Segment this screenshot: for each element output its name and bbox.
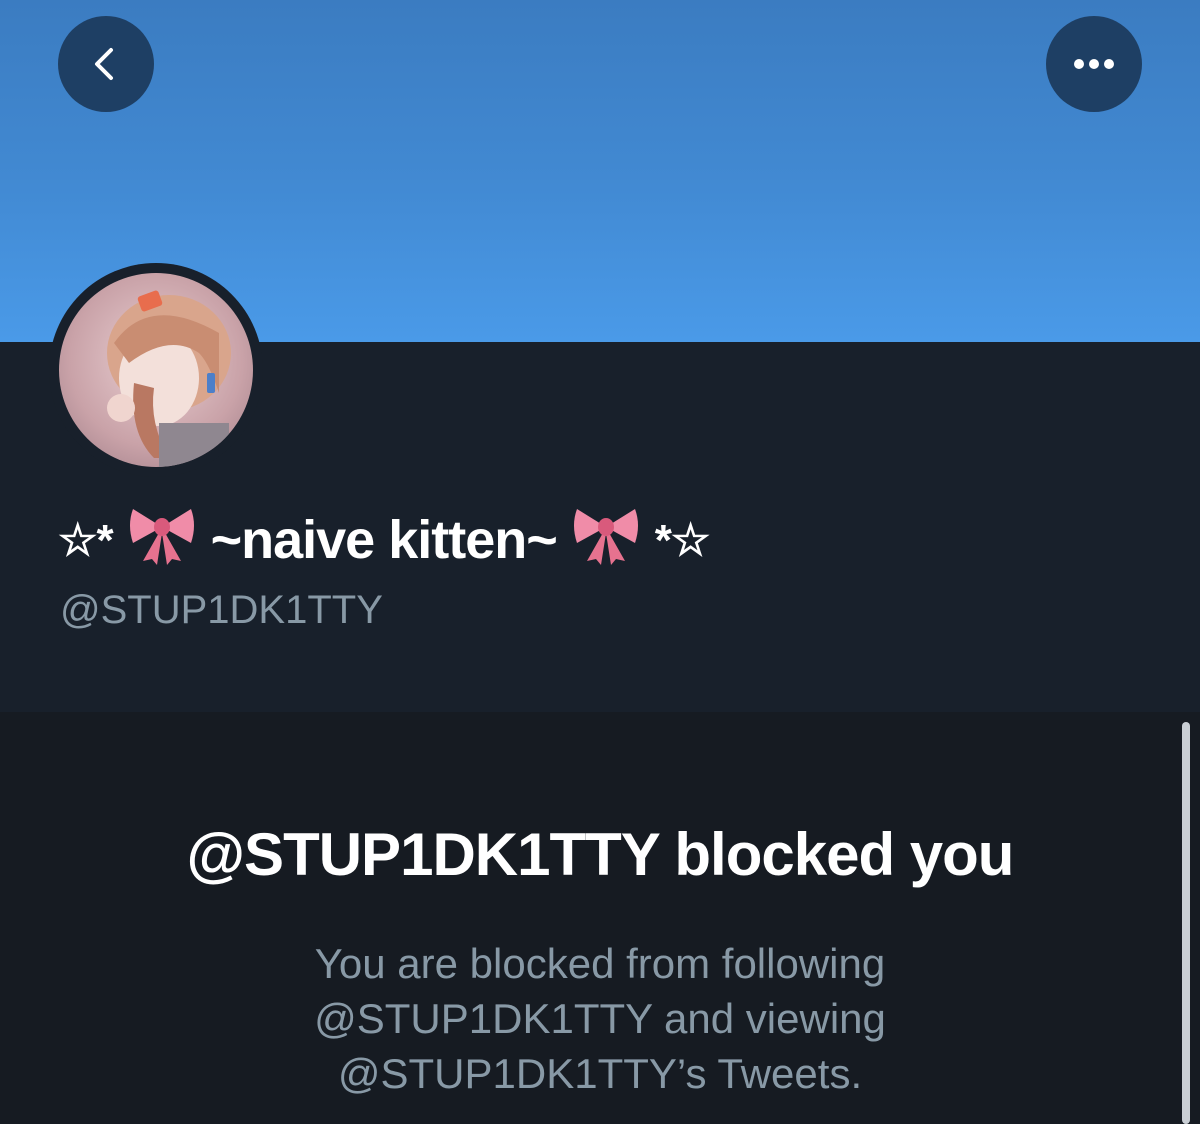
more-options-button[interactable] — [1046, 16, 1142, 112]
profile-handle: @STUP1DK1TTY — [60, 588, 383, 632]
ribbon-bow-icon — [127, 503, 197, 578]
display-name-text: ~naive kitten~ — [210, 510, 558, 570]
avatar[interactable] — [59, 273, 253, 467]
display-name: ☆* ~naive kitten~ *☆ — [58, 500, 711, 580]
ellipsis-icon — [1074, 59, 1114, 69]
blocked-title: @STUP1DK1TTY blocked you — [186, 821, 1015, 888]
blocked-description: You are blocked from following @STUP1DK1… — [314, 940, 886, 1097]
scrollbar[interactable] — [1182, 722, 1190, 1124]
profile-page: ☆* ~naive kitten~ *☆ @STUP1DK1TTY @STUP1… — [0, 0, 1200, 1124]
chevron-left-icon — [95, 48, 113, 80]
ribbon-bow-icon — [571, 503, 641, 578]
avatar-illustration — [107, 290, 231, 467]
back-button[interactable] — [58, 16, 154, 112]
display-name-prefix: ☆* — [58, 515, 114, 565]
display-name-suffix: *☆ — [654, 515, 711, 565]
